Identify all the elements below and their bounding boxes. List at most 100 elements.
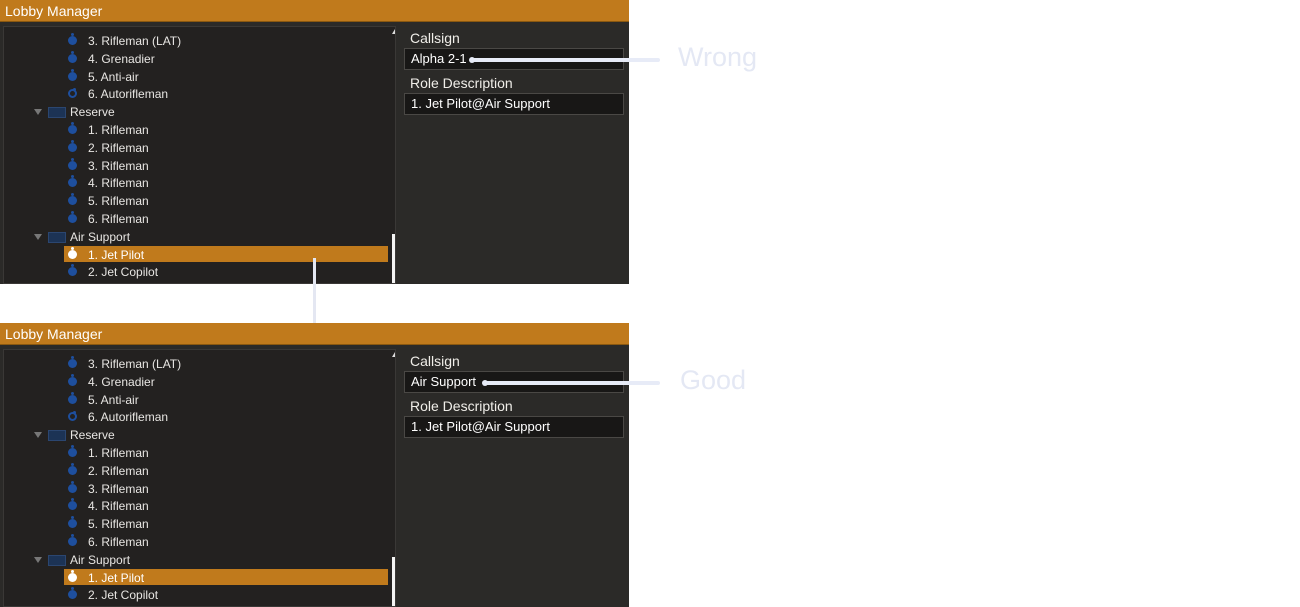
tree-role-row[interactable]: 4. Grenadier	[4, 373, 390, 391]
callout-line	[470, 58, 660, 62]
group-flag-icon	[48, 231, 66, 243]
lobby-manager-panel-before: Lobby Manager 3. Rifleman (LAT) 4. Grenad…	[0, 0, 629, 284]
tree-role-row[interactable]: 3. Rifleman	[4, 157, 390, 175]
tree-role-row[interactable]: 3. Rifleman (LAT)	[4, 32, 390, 50]
soldier-icon	[68, 211, 77, 223]
tree-row-label: 3. Rifleman	[88, 481, 149, 496]
soldier-icon	[68, 445, 77, 457]
tree-role-row[interactable]: 1. Rifleman	[4, 444, 390, 462]
soldier-icon	[68, 569, 77, 582]
tree-role-row[interactable]: 4. Rifleman	[4, 174, 390, 192]
annotation-wrong: Wrong	[678, 42, 758, 72]
role-description-label: Role Description	[410, 398, 513, 414]
tree-row-label: 1. Jet Pilot	[88, 570, 145, 585]
tree-row-label: 5. Anti-air	[88, 392, 139, 407]
role-description-field[interactable]: 1. Jet Pilot@Air Support	[404, 416, 624, 438]
soldier-icon	[68, 175, 77, 188]
role-description-field[interactable]: 1. Jet Pilot@Air Support	[404, 93, 624, 115]
flow-arrow-line	[313, 258, 316, 333]
expand-arrow-icon[interactable]	[34, 556, 42, 563]
tree-scrollbar[interactable]	[390, 27, 395, 283]
lobby-manager-panel-after: Lobby Manager 3. Rifleman (LAT) 4. Grenad…	[0, 323, 629, 607]
soldier-icon	[68, 139, 77, 152]
tree-role-row[interactable]: 5. Anti-air	[4, 68, 390, 86]
tree-row-label: 2. Rifleman	[88, 140, 149, 155]
soldier-icon	[68, 68, 77, 81]
soldier-icon	[68, 534, 77, 546]
tree-role-row[interactable]: 2. Rifleman	[4, 139, 390, 157]
scroll-up-icon[interactable]	[392, 352, 395, 357]
soldier-icon	[68, 356, 77, 368]
tree-group-row[interactable]: Air Support	[4, 551, 390, 569]
tree-role-row[interactable]: 6. Rifleman	[4, 210, 390, 228]
callout-line	[483, 381, 660, 385]
tree-role-row[interactable]: 2. Jet Copilot	[4, 586, 390, 604]
tree-row-label: 3. Rifleman (LAT)	[88, 34, 182, 48]
tree-row-label: 5. Rifleman	[88, 517, 149, 532]
tree-role-row[interactable]: 3. Rifleman (LAT)	[4, 355, 390, 373]
scroll-up-icon[interactable]	[392, 29, 395, 34]
soldier-icon	[68, 373, 77, 386]
callsign-label: Callsign	[410, 353, 460, 369]
callsign-label: Callsign	[410, 30, 460, 46]
tree-row-label: 3. Rifleman (LAT)	[88, 357, 182, 371]
tree-row-label: 2. Jet Copilot	[88, 265, 159, 280]
scroll-thumb[interactable]	[392, 557, 395, 606]
tree-group-row[interactable]: Air Support	[4, 228, 390, 246]
tree-row-label: Air Support	[70, 229, 131, 244]
tree-role-row[interactable]: 4. Grenadier	[4, 50, 390, 68]
group-flag-icon	[48, 430, 66, 442]
tree-role-row[interactable]: 1. Jet Pilot	[4, 245, 390, 264]
window-title: Lobby Manager	[0, 323, 629, 345]
tree-row-label: 6. Rifleman	[88, 212, 149, 226]
tree-row-label: 5. Rifleman	[88, 194, 149, 209]
soldier-icon	[68, 516, 77, 529]
tree-role-row[interactable]: 1. Jet Pilot	[4, 568, 390, 587]
role-description-label: Role Description	[410, 75, 513, 91]
tree-role-row[interactable]: 6. Autorifleman	[4, 85, 390, 103]
annotation-good: Good	[680, 365, 747, 395]
tree-scrollbar[interactable]	[390, 350, 395, 606]
tree-row-label: Reserve	[70, 428, 115, 443]
tree-role-row[interactable]: 1. Rifleman	[4, 121, 390, 139]
tree-row-label: 5. Anti-air	[88, 69, 139, 84]
tree-group-row[interactable]: Reserve	[4, 426, 390, 444]
window-title: Lobby Manager	[0, 0, 629, 22]
tree-row-label: 1. Rifleman	[88, 123, 149, 137]
tree-row-label: Air Support	[70, 552, 131, 567]
role-tree[interactable]: 3. Rifleman (LAT) 4. Grenadier 5. Anti-air…	[3, 26, 396, 284]
role-tree[interactable]: 3. Rifleman (LAT) 4. Grenadier 5. Anti-air…	[3, 349, 396, 607]
tree-role-row[interactable]: 4. Rifleman	[4, 497, 390, 515]
soldier-icon	[68, 157, 77, 170]
expand-arrow-icon[interactable]	[34, 109, 42, 116]
expand-arrow-icon[interactable]	[34, 432, 42, 439]
tree-row-label: 3. Rifleman	[88, 158, 149, 173]
expand-arrow-icon[interactable]	[34, 233, 42, 240]
soldier-icon	[68, 391, 77, 404]
tree-role-row[interactable]: 2. Jet Copilot	[4, 263, 390, 281]
tree-row-label: Reserve	[70, 105, 115, 120]
tree-row-label: 6. Autorifleman	[88, 410, 169, 425]
tree-row-label: 6. Rifleman	[88, 535, 149, 549]
soldier-icon	[68, 411, 77, 422]
group-flag-icon	[48, 554, 66, 566]
tree-row-label: 2. Rifleman	[88, 463, 149, 478]
tree-role-row[interactable]: 5. Anti-air	[4, 391, 390, 409]
soldier-icon	[68, 122, 77, 134]
soldier-icon	[68, 462, 77, 475]
tree-row-label: 1. Jet Pilot	[88, 247, 145, 262]
tree-role-row[interactable]: 6. Autorifleman	[4, 408, 390, 426]
tree-role-row[interactable]: 2. Rifleman	[4, 462, 390, 480]
tree-group-row[interactable]: Reserve	[4, 103, 390, 121]
tree-role-row[interactable]: 3. Rifleman	[4, 480, 390, 498]
tree-row-label: 4. Grenadier	[88, 374, 155, 389]
tree-role-row[interactable]: 5. Rifleman	[4, 515, 390, 533]
group-flag-icon	[48, 107, 66, 119]
tree-row-label: 2. Jet Copilot	[88, 588, 159, 603]
scroll-thumb[interactable]	[392, 234, 395, 283]
tree-row-label: 6. Autorifleman	[88, 87, 169, 102]
soldier-icon	[68, 50, 77, 63]
tree-role-row[interactable]: 5. Rifleman	[4, 192, 390, 210]
tree-role-row[interactable]: 6. Rifleman	[4, 533, 390, 551]
soldier-icon	[68, 193, 77, 206]
